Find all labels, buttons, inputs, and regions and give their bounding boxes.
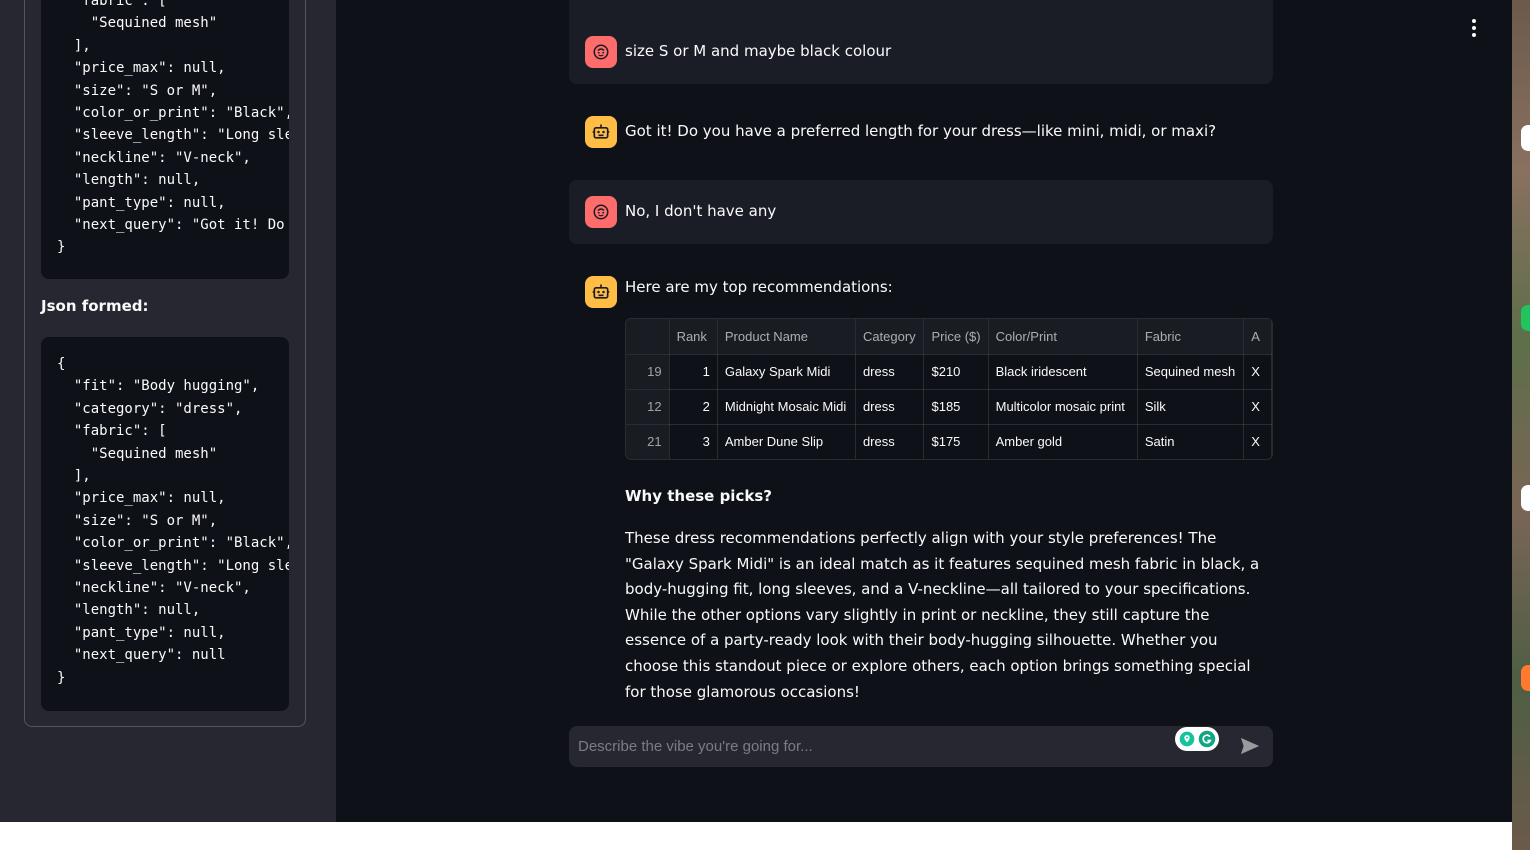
message-text: Got it! Do you have a preferred length f… bbox=[625, 122, 1217, 140]
face-icon bbox=[593, 204, 609, 220]
chat-input[interactable] bbox=[569, 726, 1169, 767]
table-cell-index: 21 bbox=[626, 424, 670, 459]
assistant-avatar bbox=[585, 116, 617, 148]
recommendations-table[interactable]: Rank Product Name Category Price ($) Col… bbox=[625, 318, 1273, 460]
send-arrow-icon bbox=[1240, 737, 1260, 755]
table-cell-fabric: Sequined mesh bbox=[1137, 354, 1245, 390]
table-row[interactable]: 21 3 Amber Dune Slip dress $175 Amber go… bbox=[626, 424, 1272, 459]
message-text: Here are my top recommendations: bbox=[625, 278, 893, 296]
column-header-color-print[interactable]: Color/Print bbox=[988, 319, 1138, 355]
json-code-text: { "fit": "Body hugging", "category": "dr… bbox=[57, 356, 289, 686]
chat-message-assistant: Here are my top recommendations: Rank Pr… bbox=[569, 260, 1273, 701]
table-cell-rank: 3 bbox=[669, 424, 718, 459]
table-cell-category: dress bbox=[855, 389, 925, 425]
assistant-avatar bbox=[585, 276, 617, 308]
side-extension-icon[interactable] bbox=[1521, 485, 1530, 511]
table-cell-color-print: Amber gold bbox=[988, 424, 1138, 459]
app-window: "fabric": [ "Sequined mesh" ], "price_ma… bbox=[0, 0, 1512, 822]
robot-icon bbox=[592, 124, 610, 139]
main-menu-button[interactable] bbox=[1462, 16, 1486, 40]
column-header-fabric[interactable]: Fabric bbox=[1137, 319, 1245, 355]
chat-message-user: No, I don't have any bbox=[569, 180, 1273, 244]
json-code-block-formed: { "fit": "Body hugging", "category": "dr… bbox=[41, 337, 289, 711]
message-text: No, I don't have any bbox=[625, 202, 777, 220]
table-cell-truncated: X bbox=[1243, 389, 1272, 425]
column-header-price[interactable]: Price ($) bbox=[923, 319, 989, 355]
why-picks-text: These dress recommendations perfectly al… bbox=[625, 529, 1260, 701]
column-header-product-name[interactable]: Product Name bbox=[717, 319, 856, 355]
side-extension-icon[interactable] bbox=[1521, 305, 1530, 331]
table-cell-category: dress bbox=[855, 354, 925, 390]
table-cell-index: 12 bbox=[626, 389, 670, 425]
table-row[interactable]: 12 2 Midnight Mosaic Midi dress $185 Mul… bbox=[626, 389, 1272, 425]
column-header-category[interactable]: Category bbox=[855, 319, 925, 355]
column-header-rank[interactable]: Rank bbox=[669, 319, 718, 355]
json-formed-label: Json formed: bbox=[41, 297, 149, 315]
table-cell-price: $185 bbox=[923, 389, 989, 425]
table-header-row: Rank Product Name Category Price ($) Col… bbox=[626, 319, 1272, 355]
table-cell-color-print: Black iridescent bbox=[988, 354, 1138, 390]
table-cell-product-name: Galaxy Spark Midi bbox=[717, 354, 856, 390]
user-avatar bbox=[585, 36, 617, 68]
table-cell-price: $210 bbox=[923, 354, 989, 390]
face-icon bbox=[593, 44, 609, 60]
table-cell-index: 19 bbox=[626, 354, 670, 390]
browser-side-edge bbox=[1512, 0, 1530, 850]
data-table: Rank Product Name Category Price ($) Col… bbox=[626, 319, 1272, 459]
message-text: size S or M and maybe black colour bbox=[625, 42, 892, 60]
column-header-truncated[interactable]: A bbox=[1243, 319, 1272, 355]
why-picks-heading: Why these picks? bbox=[625, 487, 772, 505]
json-code-text: "fabric": [ "Sequined mesh" ], "price_ma… bbox=[57, 0, 289, 256]
browser-bottom-edge bbox=[0, 822, 1512, 850]
chat-message-assistant: Got it! Do you have a preferred length f… bbox=[569, 100, 1273, 164]
json-code-block-previous: "fabric": [ "Sequined mesh" ], "price_ma… bbox=[41, 0, 289, 279]
table-row[interactable]: 19 1 Galaxy Spark Midi dress $210 Black … bbox=[626, 354, 1272, 390]
chat-input-container bbox=[569, 726, 1273, 767]
send-button[interactable] bbox=[1239, 736, 1263, 758]
column-header-index[interactable] bbox=[626, 319, 670, 355]
table-cell-fabric: Satin bbox=[1137, 424, 1245, 459]
table-cell-truncated: X bbox=[1243, 424, 1272, 459]
location-pin-icon bbox=[1179, 731, 1194, 747]
robot-icon bbox=[592, 284, 610, 299]
table-cell-truncated: X bbox=[1243, 354, 1272, 390]
grammarly-extension-badge[interactable] bbox=[1175, 727, 1219, 751]
table-cell-category: dress bbox=[855, 424, 925, 459]
table-cell-rank: 2 bbox=[669, 389, 718, 425]
vertical-dots-icon bbox=[1472, 19, 1476, 23]
grammarly-icon bbox=[1198, 730, 1215, 748]
table-cell-color-print: Multicolor mosaic print bbox=[988, 389, 1138, 425]
table-cell-price: $175 bbox=[923, 424, 989, 459]
chat-message-user: size S or M and maybe black colour bbox=[569, 0, 1273, 84]
sidebar: "fabric": [ "Sequined mesh" ], "price_ma… bbox=[0, 0, 336, 822]
side-extension-icon[interactable] bbox=[1521, 665, 1530, 691]
side-extension-icon[interactable] bbox=[1521, 125, 1530, 151]
user-avatar bbox=[585, 196, 617, 228]
table-cell-rank: 1 bbox=[669, 354, 718, 390]
table-cell-product-name: Amber Dune Slip bbox=[717, 424, 856, 459]
table-cell-product-name: Midnight Mosaic Midi bbox=[717, 389, 856, 425]
table-cell-fabric: Silk bbox=[1137, 389, 1245, 425]
